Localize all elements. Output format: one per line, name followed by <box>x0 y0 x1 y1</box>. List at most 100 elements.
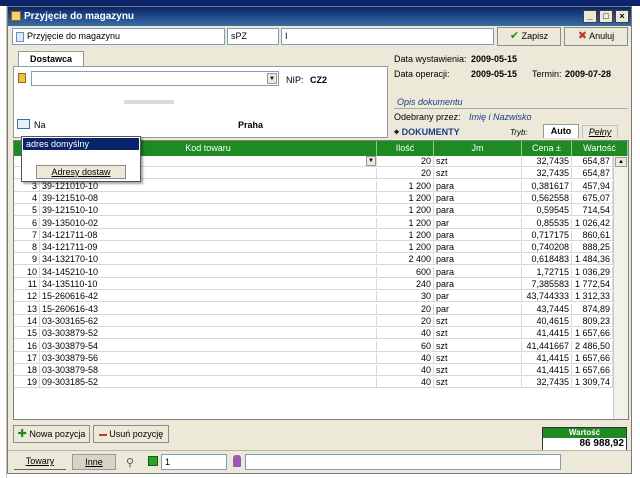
cell-code[interactable]: 34-132170-10 <box>40 254 377 266</box>
cell-lp[interactable]: 5 <box>14 205 40 217</box>
add-item-button[interactable]: ✚ Nowa pozycja <box>13 425 90 443</box>
cell-lp[interactable]: 7 <box>14 229 40 241</box>
issue-date-value[interactable]: 2009-05-15 <box>471 54 517 64</box>
cell-jm[interactable]: szt <box>434 377 522 389</box>
cell-value[interactable]: 874,89 <box>572 303 613 315</box>
cell-code[interactable]: 03-303879-54 <box>40 340 377 352</box>
cell-price[interactable]: 41,4415 <box>522 352 572 364</box>
status-input[interactable]: 1 <box>161 454 227 470</box>
table-row[interactable]: 12 15-260616-42 30 par 43,744333 1 312,33 <box>14 291 613 303</box>
cell-qty[interactable]: 600 <box>377 266 434 278</box>
cell-qty[interactable]: 40 <box>377 352 434 364</box>
save-button[interactable]: ✔ Zapisz <box>497 27 561 46</box>
cell-price[interactable]: 1,72715 <box>522 266 572 278</box>
grid-header-value[interactable]: Wartość <box>572 141 628 156</box>
series-field[interactable]: sPZ <box>227 28 279 45</box>
table-row[interactable]: 7 34-121711-08 1 200 para 0,717175 860,61 <box>14 229 613 241</box>
table-row[interactable]: 4 39-121510-08 1 200 para 0,562558 675,07 <box>14 192 613 204</box>
cell-lp[interactable]: 16 <box>14 340 40 352</box>
cell-code[interactable]: 39-135010-02 <box>40 217 377 229</box>
cell-price[interactable]: 0,85535 <box>522 217 572 229</box>
grid-header-price[interactable]: Cena ± <box>522 141 572 156</box>
table-row[interactable]: 10 34-145210-10 600 para 1,72715 1 036,29 <box>14 266 613 278</box>
cell-qty[interactable]: 1 200 <box>377 180 434 192</box>
cell-value[interactable]: 860,61 <box>572 229 613 241</box>
description-field[interactable]: Opis dokumentu <box>397 97 463 107</box>
maximize-button[interactable]: □ <box>599 10 613 23</box>
cell-value[interactable]: 654,87 <box>572 168 613 180</box>
cell-price[interactable]: 43,7445 <box>522 303 572 315</box>
cell-qty[interactable]: 30 <box>377 291 434 303</box>
table-row[interactable]: 6 39-135010-02 1 200 par 0,85535 1 026,42 <box>14 217 613 229</box>
cell-jm[interactable]: par <box>434 303 522 315</box>
cell-code[interactable]: 09-303185-52 <box>40 377 377 389</box>
paperclip-icon[interactable]: ⚲ <box>126 456 134 469</box>
cell-code[interactable]: 34-145210-10 <box>40 266 377 278</box>
delivery-addresses-button[interactable]: Adresy dostaw <box>36 165 126 179</box>
cell-jm[interactable]: szt <box>434 156 522 167</box>
term-value[interactable]: 2009-07-28 <box>565 69 611 79</box>
cell-qty[interactable]: 40 <box>377 328 434 340</box>
cell-value[interactable]: 2 486,50 <box>572 340 613 352</box>
cell-code[interactable]: 34-121711-08 <box>40 229 377 241</box>
cell-code[interactable]: 15-260616-43 <box>40 303 377 315</box>
cell-value[interactable]: 1 026,42 <box>572 217 613 229</box>
cell-price[interactable]: 40,4615 <box>522 315 572 327</box>
cell-price[interactable]: 0,618483 <box>522 254 572 266</box>
cell-price[interactable]: 0,740208 <box>522 242 572 254</box>
cell-qty[interactable]: 1 200 <box>377 205 434 217</box>
cell-jm[interactable]: par <box>434 217 522 229</box>
cell-lp[interactable]: 12 <box>14 291 40 303</box>
cell-jm[interactable]: szt <box>434 365 522 377</box>
cell-lp[interactable]: 19 <box>14 377 40 389</box>
cell-lp[interactable]: 18 <box>14 365 40 377</box>
tab-supplier[interactable]: Dostawca <box>18 51 84 67</box>
cell-lp[interactable]: 11 <box>14 279 40 290</box>
grid-header-jm[interactable]: Jm <box>434 141 522 156</box>
table-row[interactable]: 5 39-121510-10 1 200 para 0,59545 714,54 <box>14 205 613 217</box>
cell-price[interactable]: 0,381617 <box>522 180 572 192</box>
number-field[interactable]: I <box>281 28 494 45</box>
cell-value[interactable]: 654,87 <box>572 156 613 167</box>
user-field[interactable] <box>245 454 561 470</box>
cell-qty[interactable]: 20 <box>377 156 434 167</box>
table-row[interactable]: 14 03-303165-62 20 szt 40,4615 809,23 <box>14 315 613 327</box>
cell-jm[interactable]: par <box>434 291 522 303</box>
cell-code[interactable]: 03-303879-52 <box>40 328 377 340</box>
cell-value[interactable]: 888,25 <box>572 242 613 254</box>
cell-price[interactable]: 0,562558 <box>522 192 572 204</box>
cell-lp[interactable]: 3 <box>14 180 40 192</box>
cell-value[interactable]: 809,23 <box>572 315 613 327</box>
cell-lp[interactable]: 6 <box>14 217 40 229</box>
scroll-up-arrow-icon[interactable]: ▲ <box>615 157 627 167</box>
table-row[interactable]: 11 34-135110-10 240 para 7,385583 1 772,54 <box>14 279 613 290</box>
cell-qty[interactable]: 240 <box>377 279 434 290</box>
cell-lp[interactable]: 17 <box>14 352 40 364</box>
cell-value[interactable]: 1 657,66 <box>572 352 613 364</box>
cell-qty[interactable]: 20 <box>377 303 434 315</box>
chevron-down-icon[interactable]: ▼ <box>366 156 376 166</box>
cell-value[interactable]: 714,54 <box>572 205 613 217</box>
popup-item-default-address[interactable]: adres domyślny <box>23 138 139 150</box>
table-row[interactable]: 19 09-303185-52 40 szt 32,7435 1 309,74 <box>14 377 613 389</box>
cell-jm[interactable]: para <box>434 192 522 204</box>
cell-qty[interactable]: 1 200 <box>377 217 434 229</box>
tab-goods[interactable]: Towary <box>14 454 66 470</box>
envelope-icon[interactable] <box>17 119 30 129</box>
table-row[interactable]: 9 34-132170-10 2 400 para 0,618483 1 484,36 <box>14 254 613 266</box>
cell-price[interactable]: 32,7435 <box>522 156 572 167</box>
cell-qty[interactable]: 40 <box>377 365 434 377</box>
cell-code[interactable]: 15-260616-42 <box>40 291 377 303</box>
cell-lp[interactable]: 13 <box>14 303 40 315</box>
cell-value[interactable]: 1 312,33 <box>572 291 613 303</box>
cell-price[interactable]: 41,4415 <box>522 365 572 377</box>
cell-jm[interactable]: szt <box>434 352 522 364</box>
cell-jm[interactable]: para <box>434 254 522 266</box>
cell-qty[interactable]: 40 <box>377 377 434 389</box>
table-row[interactable]: 16 03-303879-54 60 szt 41,441667 2 486,50 <box>14 340 613 352</box>
cell-qty[interactable]: 1 200 <box>377 242 434 254</box>
cell-jm[interactable]: para <box>434 205 522 217</box>
cell-code[interactable]: 03-303879-58 <box>40 365 377 377</box>
close-button[interactable]: × <box>615 10 629 23</box>
cell-price[interactable]: 32,7435 <box>522 168 572 180</box>
